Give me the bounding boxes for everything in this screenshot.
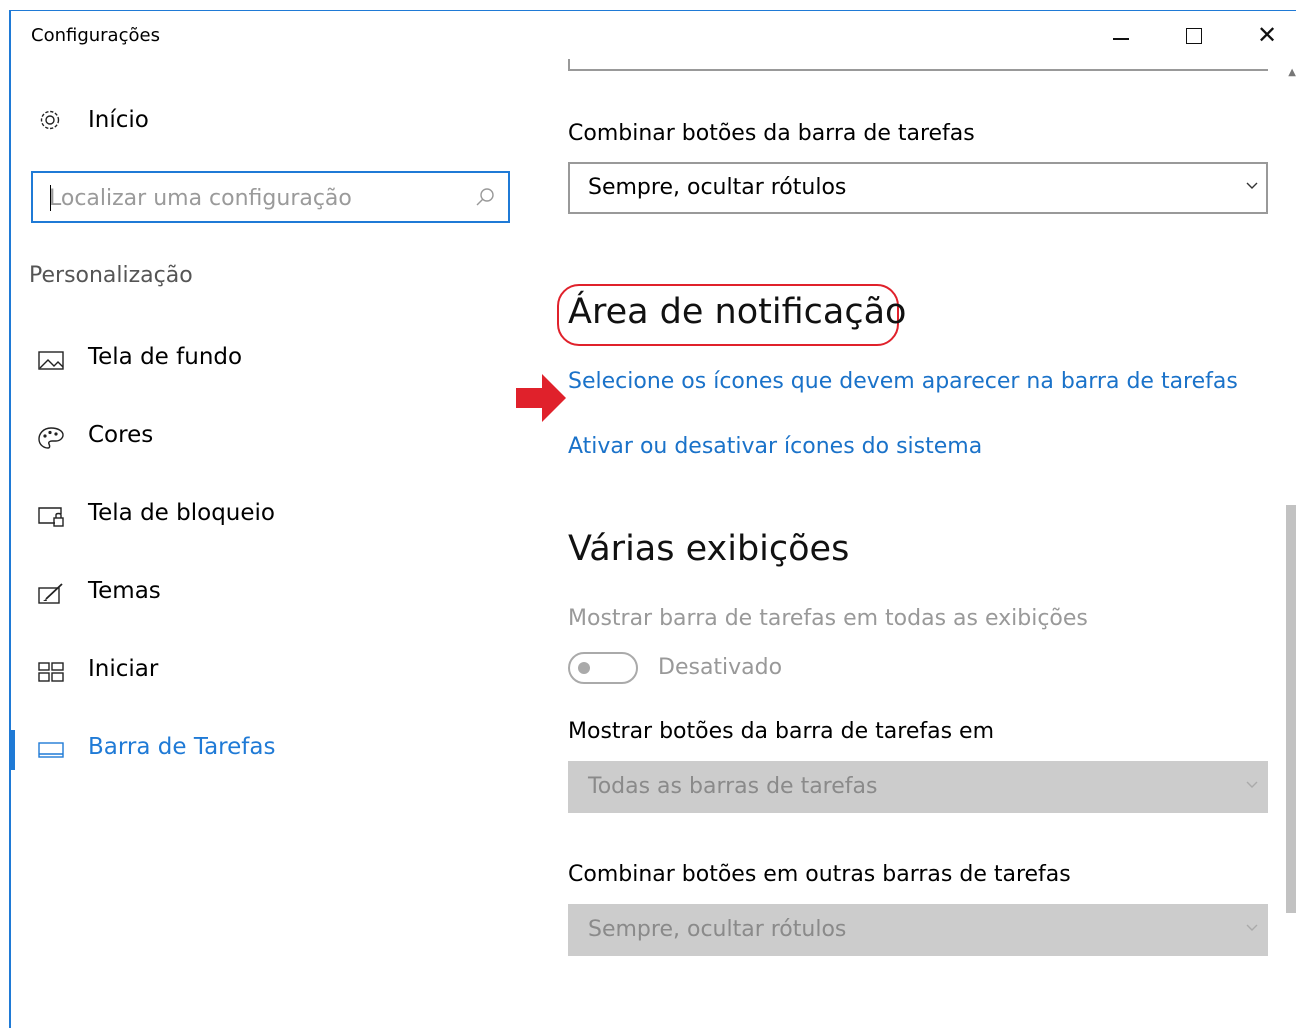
gear-icon: [40, 110, 60, 130]
sidebar-item-label: Barra de Tarefas: [88, 734, 276, 760]
sidebar-item-colors[interactable]: Cores: [11, 418, 531, 458]
chevron-down-icon: [1246, 924, 1258, 931]
combine-other-label: Combinar botões em outras barras de tare…: [568, 862, 1071, 887]
chevron-down-icon: [1246, 182, 1258, 189]
combine-other-dropdown[interactable]: Sempre, ocultar rótulos: [568, 904, 1268, 956]
show-all-displays-label: Mostrar barra de tarefas em todas as exi…: [568, 606, 1088, 631]
toggle-state-label: Desativado: [658, 655, 783, 680]
combine-buttons-label: Combinar botões da barra de tarefas: [568, 121, 975, 146]
search-box[interactable]: [31, 171, 510, 223]
home-label: Início: [88, 107, 149, 133]
select-taskbar-icons-link[interactable]: Selecione os ícones que devem aparecer n…: [568, 369, 1238, 394]
sidebar-item-taskbar[interactable]: Barra de Tarefas: [9, 730, 531, 770]
sidebar-item-start[interactable]: Iniciar: [11, 652, 531, 692]
multiple-displays-heading: Várias exibições: [568, 529, 850, 569]
sidebar-item-themes[interactable]: Temas: [11, 574, 531, 614]
taskbar-icon: [38, 742, 64, 758]
sidebar-item-label: Tela de bloqueio: [88, 500, 275, 526]
previous-dropdown-edge: [568, 59, 1268, 71]
system-icons-link[interactable]: Ativar ou desativar ícones do sistema: [568, 434, 982, 459]
search-input[interactable]: [47, 181, 461, 215]
annotation-arrow-icon: [516, 374, 566, 422]
show-buttons-dropdown[interactable]: Todas as barras de tarefas: [568, 761, 1268, 813]
lock-screen-icon: [38, 507, 64, 527]
search-icon[interactable]: [474, 186, 496, 208]
window-title: Configurações: [31, 25, 160, 46]
sidebar-item-label: Cores: [88, 422, 154, 448]
themes-icon: [38, 583, 63, 604]
section-personalization: Personalização: [29, 263, 193, 288]
active-indicator: [9, 730, 15, 770]
settings-window: Configurações ✕ Início Personalização Te…: [9, 10, 1296, 1029]
text-caret: [50, 185, 51, 211]
settings-content: Combinar botões da barra de tarefas Semp…: [516, 11, 1268, 1028]
scrollbar-thumb[interactable]: [1286, 505, 1296, 913]
start-icon: [38, 662, 64, 682]
sidebar-item-label: Iniciar: [88, 656, 159, 682]
dropdown-value: Sempre, ocultar rótulos: [588, 917, 847, 942]
show-buttons-label: Mostrar botões da barra de tarefas em: [568, 719, 995, 744]
sidebar-item-label: Temas: [88, 578, 161, 604]
show-all-displays-toggle[interactable]: [568, 652, 638, 684]
notification-area-heading: Área de notificação: [568, 292, 907, 332]
dropdown-value: Todas as barras de tarefas: [588, 774, 878, 799]
dropdown-value: Sempre, ocultar rótulos: [588, 175, 847, 200]
sidebar-item-background[interactable]: Tela de fundo: [11, 340, 531, 380]
toggle-knob: [578, 662, 590, 674]
chevron-down-icon: [1246, 781, 1258, 788]
scroll-up-icon[interactable]: ▲: [1288, 67, 1296, 78]
sidebar-item-lock-screen[interactable]: Tela de bloqueio: [11, 496, 531, 536]
picture-icon: [38, 351, 64, 370]
combine-buttons-dropdown[interactable]: Sempre, ocultar rótulos: [568, 162, 1268, 214]
sidebar-item-label: Tela de fundo: [88, 344, 243, 370]
palette-icon: [38, 427, 64, 449]
